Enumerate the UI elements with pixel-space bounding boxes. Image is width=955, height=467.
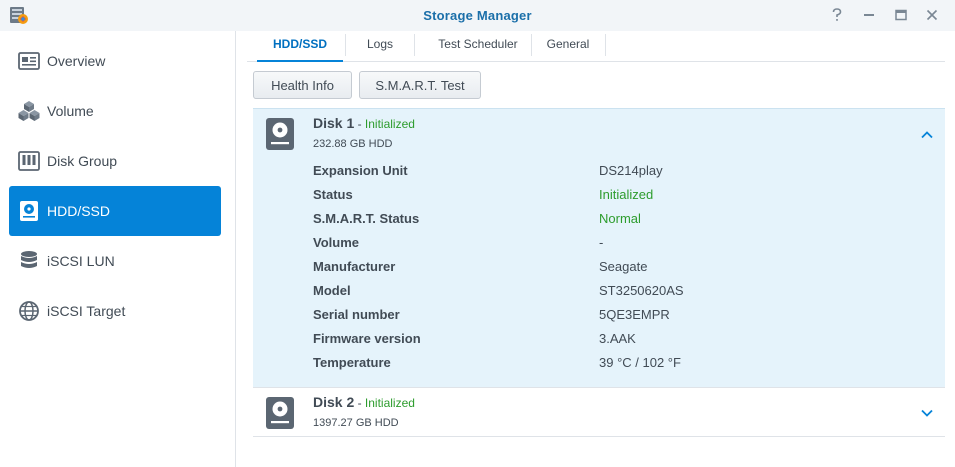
tab-test-scheduler[interactable]: Test Scheduler [415, 31, 541, 62]
smart-test-button[interactable]: S.M.A.R.T. Test [359, 71, 481, 99]
disk-title: Disk 2 - Initialized [313, 394, 415, 410]
detail-key: Firmware version [313, 331, 421, 346]
sidebar-item-label: iSCSI Target [47, 303, 126, 319]
sidebar-item-label: Volume [47, 103, 94, 119]
disk-size: 232.88 GB HDD [313, 138, 393, 150]
disk-dash: - [354, 117, 365, 131]
detail-value: Initialized [599, 187, 654, 202]
disk-title: Disk 1 - Initialized [313, 115, 415, 131]
detail-value: Normal [599, 211, 641, 226]
sidebar-item-disk-group[interactable]: Disk Group [9, 136, 221, 186]
detail-key: Serial number [313, 307, 400, 322]
tab-hdd-ssd[interactable]: HDD/SSD [257, 31, 343, 62]
hdd-icon [17, 199, 41, 223]
title-bar: Storage Manager [0, 0, 955, 31]
hdd-icon [265, 117, 295, 151]
detail-value: 3.AAK [599, 331, 636, 346]
detail-value: - [599, 235, 604, 250]
detail-value: 39 °C / 102 °F [599, 355, 681, 370]
disk-name: Disk 1 [313, 115, 355, 131]
sidebar-item-hdd-ssd[interactable]: HDD/SSD [9, 186, 221, 236]
sidebar-item-volume[interactable]: Volume [9, 86, 221, 136]
disk-state: Initialized [364, 117, 415, 131]
sidebar: Overview Volume Disk Group HDD/SSD iSCSI… [0, 31, 236, 467]
maximize-icon[interactable] [891, 5, 911, 25]
minimize-icon[interactable] [859, 5, 879, 25]
detail-key: Status [313, 187, 353, 202]
detail-key: Temperature [313, 355, 391, 370]
iscsi-lun-icon [17, 249, 41, 273]
window-title: Storage Manager [423, 8, 532, 23]
chevron-up-icon[interactable] [919, 127, 935, 143]
chevron-down-icon[interactable] [919, 405, 935, 421]
detail-value: 5QE3EMPR [599, 307, 670, 322]
health-info-button[interactable]: Health Info [253, 71, 352, 99]
detail-value: ST3250620AS [599, 283, 684, 298]
disk-group-icon [17, 149, 41, 173]
main-panel: HDD/SSD Logs Test Scheduler General Heal… [237, 31, 955, 467]
sidebar-item-iscsi-lun[interactable]: iSCSI LUN [9, 236, 221, 286]
detail-key: Expansion Unit [313, 163, 408, 178]
disk-panel-disk-1[interactable]: Disk 1 - Initialized 232.88 GB HDD Expan… [253, 108, 945, 387]
detail-value: DS214play [599, 163, 663, 178]
disk-size: 1397.27 GB HDD [313, 417, 399, 429]
sidebar-item-overview[interactable]: Overview [9, 36, 221, 86]
disk-panel-disk-2[interactable]: Disk 2 - Initialized 1397.27 GB HDD [253, 387, 945, 437]
detail-key: S.M.A.R.T. Status [313, 211, 420, 226]
tab-general[interactable]: General [532, 31, 604, 62]
tab-bar: HDD/SSD Logs Test Scheduler General [247, 31, 945, 62]
volume-icon [17, 99, 41, 123]
tab-logs[interactable]: Logs [346, 31, 414, 62]
iscsi-target-icon [17, 299, 41, 323]
detail-key: Manufacturer [313, 259, 396, 274]
sidebar-item-label: Overview [47, 53, 106, 69]
sidebar-item-iscsi-target[interactable]: iSCSI Target [9, 286, 221, 336]
sidebar-item-label: Disk Group [47, 153, 118, 169]
overview-icon [17, 49, 41, 73]
detail-key: Volume [313, 235, 359, 250]
help-icon[interactable] [827, 5, 847, 25]
hdd-icon [265, 396, 295, 430]
detail-value: Seagate [599, 259, 648, 274]
sidebar-item-label: iSCSI LUN [47, 253, 115, 269]
disk-dash: - [354, 396, 365, 410]
disk-state: Initialized [364, 396, 415, 410]
disk-name: Disk 2 [313, 394, 355, 410]
sidebar-item-label: HDD/SSD [47, 203, 111, 219]
tab-divider [605, 34, 606, 56]
close-icon[interactable] [922, 5, 942, 25]
detail-key: Model [313, 283, 351, 298]
